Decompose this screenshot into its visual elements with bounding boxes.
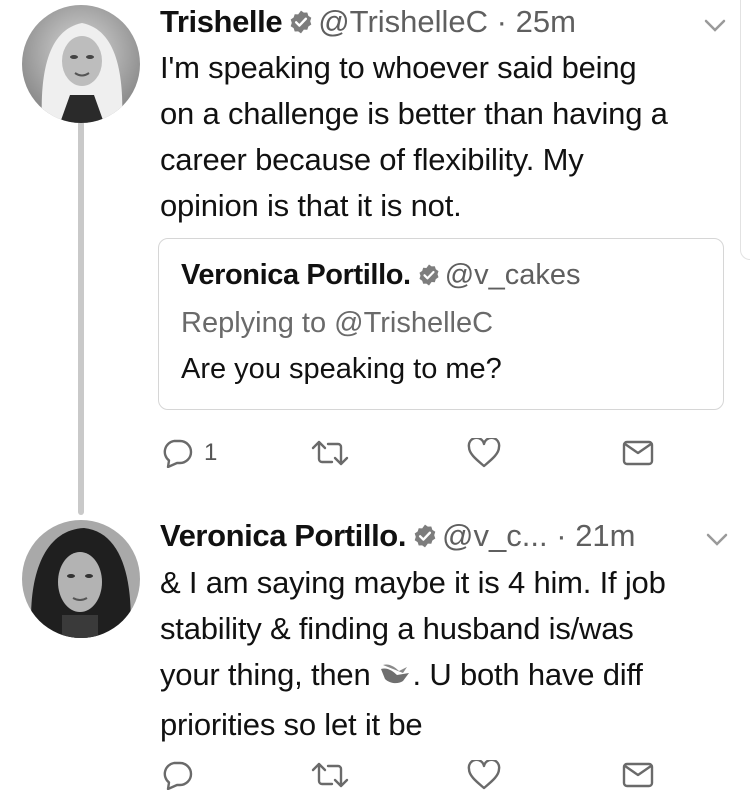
caret-down-icon[interactable] (705, 532, 729, 548)
quoted-header: Veronica Portillo. @v_cakes (181, 258, 581, 295)
tweet-text-fragment: your thing, then (160, 657, 371, 692)
avatar[interactable] (22, 520, 140, 638)
message-icon (622, 440, 654, 466)
separator: · (556, 518, 567, 553)
handle[interactable]: @TrishelleC (318, 4, 488, 39)
reply-button[interactable]: 1 (160, 438, 217, 468)
tweet-text-fragment: . U both have diff (412, 657, 643, 692)
replying-to: Replying to @TrishelleC (181, 307, 494, 339)
retweet-button[interactable] (310, 440, 350, 466)
timestamp[interactable]: 21m (575, 518, 635, 553)
tweet-text-line: I'm speaking to whoever said being (160, 50, 637, 85)
tweet-text-line: career because of flexibility. My (160, 142, 584, 177)
tweet[interactable]: Trishelle @TrishelleC · 25m I'm speaking … (0, 0, 750, 500)
quoted-handle: @v_cakes (444, 259, 581, 291)
message-button[interactable] (622, 762, 654, 788)
timestamp[interactable]: 25m (516, 4, 576, 39)
display-name[interactable]: Veronica Portillo. (160, 518, 406, 553)
verified-icon (417, 261, 441, 295)
message-button[interactable] (622, 440, 654, 466)
tweet-text-line: your thing, then . U both have diff (160, 652, 666, 702)
verified-icon (412, 521, 438, 557)
reply-count: 1 (204, 439, 218, 466)
tweet-text: I'm speaking to whoever said being on a … (160, 45, 668, 229)
quoted-text: Are you speaking to me? (181, 353, 502, 385)
avatar[interactable] (22, 5, 140, 123)
caret-down-icon[interactable] (703, 18, 727, 34)
tweet-text: & I am saying maybe it is 4 him. If job … (160, 560, 666, 748)
display-name[interactable]: Trishelle (160, 4, 283, 39)
tweet-text-line: on a challenge is better than having a (160, 96, 668, 131)
tweet-text-line: & I am saying maybe it is 4 him. If job (160, 565, 666, 600)
tweet-text-line: priorities so let it be (160, 707, 423, 742)
like-icon (467, 760, 501, 790)
retweet-button[interactable] (310, 762, 350, 788)
tweet-header: Veronica Portillo. @v_c... · 21m (160, 518, 636, 557)
retweet-icon (310, 440, 350, 466)
tweet-text-line: opinion is that it is not. (160, 188, 462, 223)
quoted-display-name: Veronica Portillo. (181, 259, 411, 291)
reply-icon (160, 760, 194, 790)
handle[interactable]: @v_c... (442, 518, 548, 553)
shrug-hands-emoji (379, 656, 411, 702)
reply-button[interactable] (160, 760, 194, 790)
verified-icon (288, 7, 314, 43)
tweet-header: Trishelle @TrishelleC · 25m (160, 4, 576, 43)
separator: · (496, 4, 507, 39)
quoted-tweet[interactable]: Veronica Portillo. @v_cakes Replying to @… (158, 238, 724, 410)
tweet-text-line: stability & finding a husband is/was (160, 611, 634, 646)
like-button[interactable] (467, 760, 501, 790)
message-icon (622, 762, 654, 788)
like-icon (467, 438, 501, 468)
reply-icon (160, 438, 194, 468)
retweet-icon (310, 762, 350, 788)
like-button[interactable] (467, 438, 501, 468)
tweet[interactable]: Veronica Portillo. @v_c... · 21m & I am s… (0, 510, 750, 796)
